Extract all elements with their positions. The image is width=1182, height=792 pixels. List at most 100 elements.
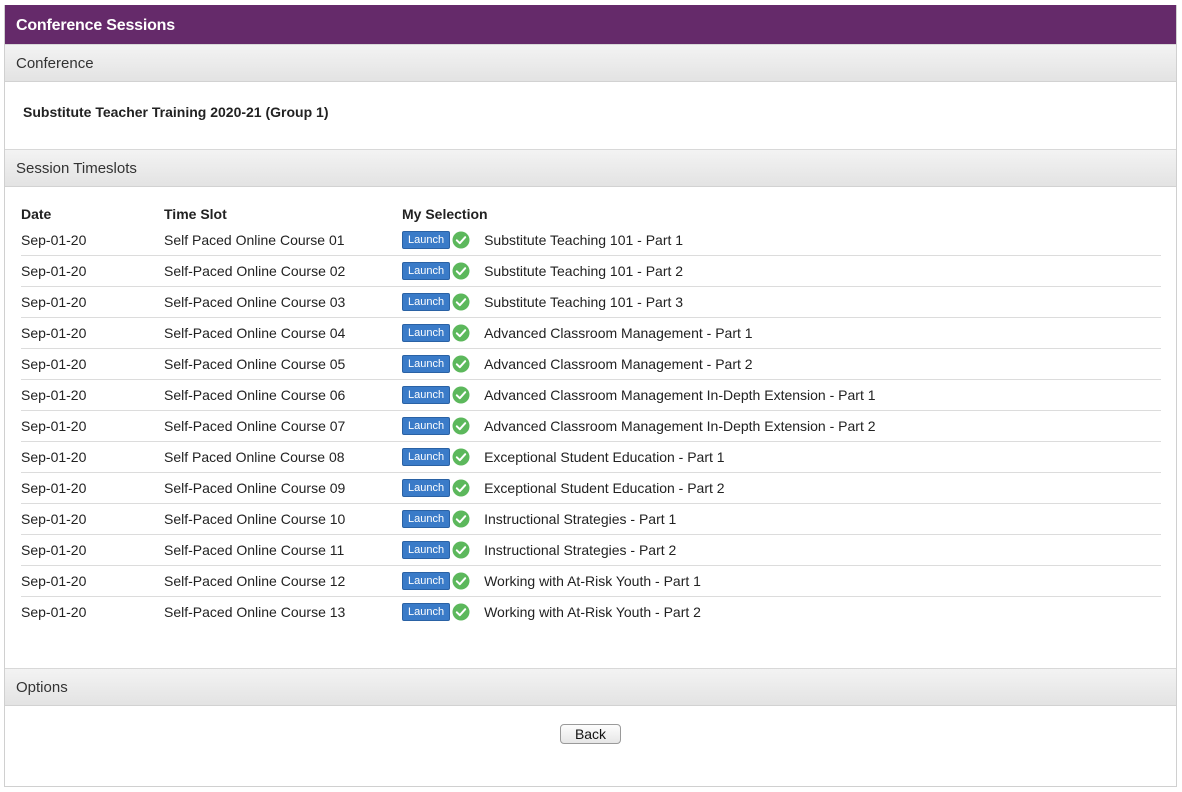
sessions-table-body: Sep-01-20 Self Paced Online Course 01 Laun… — [21, 225, 1161, 627]
table-row: Sep-01-20 Self Paced Online Course 01 Laun… — [21, 225, 1161, 256]
session-selection-cell: Launch Advanced Classroom Management In-D… — [402, 410, 1161, 442]
conference-sessions-panel: Conference Sessions Conference Substitut… — [4, 5, 1177, 787]
session-date: Sep-01-20 — [21, 503, 164, 535]
session-selection-cell: Launch Advanced Classroom Management - Pa… — [402, 317, 1161, 349]
launch-button[interactable]: Launch — [402, 448, 451, 467]
launch-button[interactable]: Launch — [402, 355, 451, 374]
session-selection-cell: Launch Working with At-Risk Youth - Part … — [402, 565, 1161, 597]
session-title: Working with At-Risk Youth - Part 2 — [484, 604, 701, 621]
launch-button[interactable]: Launch — [402, 324, 451, 343]
check-circle-icon — [452, 262, 470, 280]
session-title: Instructional Strategies - Part 2 — [484, 542, 677, 559]
launch-button[interactable]: Launch — [402, 603, 451, 622]
back-button[interactable]: Back — [559, 724, 622, 744]
check-circle-icon — [452, 231, 470, 249]
options-section: Back — [5, 706, 1176, 744]
table-row: Sep-01-20 Self-Paced Online Course 02 Laun… — [21, 255, 1161, 287]
session-date: Sep-01-20 — [21, 534, 164, 566]
table-row: Sep-01-20 Self-Paced Online Course 12 Laun… — [21, 565, 1161, 597]
table-row: Sep-01-20 Self-Paced Online Course 05 Laun… — [21, 348, 1161, 380]
session-title: Substitute Teaching 101 - Part 1 — [484, 232, 684, 249]
check-circle-icon — [452, 355, 470, 373]
session-title: Exceptional Student Education - Part 2 — [484, 480, 725, 497]
launch-button[interactable]: Launch — [402, 417, 451, 436]
session-date: Sep-01-20 — [21, 565, 164, 597]
session-date: Sep-01-20 — [21, 410, 164, 442]
check-circle-icon — [452, 479, 470, 497]
table-row: Sep-01-20 Self-Paced Online Course 10 Laun… — [21, 503, 1161, 535]
session-time-slot: Self Paced Online Course 01 — [164, 232, 345, 248]
session-selection-cell: Launch Instructional Strategies - Part 1 — [402, 503, 1161, 535]
session-time-slot: Self-Paced Online Course 04 — [164, 317, 402, 349]
column-header-date: Date — [21, 205, 52, 222]
session-date: Sep-01-20 — [21, 317, 164, 349]
session-date: Sep-01-20 — [21, 472, 164, 504]
session-selection-cell: Launch Substitute Teaching 101 - Part 3 — [402, 286, 1161, 318]
session-date: Sep-01-20 — [21, 379, 164, 411]
session-date: Sep-01-20 — [21, 348, 164, 380]
launch-button[interactable]: Launch — [402, 262, 451, 281]
check-circle-icon — [452, 448, 470, 466]
timeslots-section-header: Session Timeslots — [5, 149, 1176, 187]
session-date: Sep-01-20 — [21, 441, 164, 473]
launch-button[interactable]: Launch — [402, 231, 451, 250]
session-time-slot: Self-Paced Online Course 13 — [164, 596, 402, 627]
table-row: Sep-01-20 Self-Paced Online Course 03 Laun… — [21, 286, 1161, 318]
conference-section: Substitute Teacher Training 2020-21 (Gro… — [5, 82, 1176, 149]
table-row: Sep-01-20 Self-Paced Online Course 04 Laun… — [21, 317, 1161, 349]
table-row: Sep-01-20 Self-Paced Online Course 09 Laun… — [21, 472, 1161, 504]
launch-button[interactable]: Launch — [402, 510, 451, 529]
table-row: Sep-01-20 Self Paced Online Course 08 Laun… — [21, 441, 1161, 473]
table-row: Sep-01-20 Self-Paced Online Course 07 Laun… — [21, 410, 1161, 442]
session-title: Working with At-Risk Youth - Part 1 — [484, 573, 701, 590]
session-selection-cell: Launch Instructional Strategies - Part 2 — [402, 534, 1161, 566]
session-title: Instructional Strategies - Part 1 — [484, 511, 677, 528]
session-selection-cell: Launch Substitute Teaching 101 - Part 2 — [402, 255, 1161, 287]
session-time-slot: Self-Paced Online Course 02 — [164, 255, 402, 287]
check-circle-icon — [452, 324, 470, 342]
launch-button[interactable]: Launch — [402, 386, 451, 405]
table-header-row: Date Time Slot My Selection — [21, 202, 1161, 225]
launch-button[interactable]: Launch — [402, 479, 451, 498]
check-circle-icon — [452, 417, 470, 435]
session-title: Exceptional Student Education - Part 1 — [484, 449, 725, 466]
session-time-slot: Self-Paced Online Course 12 — [164, 565, 402, 597]
conference-name: Substitute Teacher Training 2020-21 (Gro… — [23, 104, 329, 120]
launch-button[interactable]: Launch — [402, 541, 451, 560]
session-date: Sep-01-20 — [21, 255, 164, 287]
session-time-slot: Self Paced Online Course 08 — [164, 441, 402, 473]
launch-button[interactable]: Launch — [402, 293, 451, 312]
session-title: Advanced Classroom Management In-Depth E… — [484, 387, 876, 404]
session-title: Advanced Classroom Management In-Depth E… — [484, 418, 876, 435]
session-selection-cell: Launch Exceptional Student Education - Pa… — [402, 441, 1161, 473]
session-selection-cell: Launch Advanced Classroom Management - Pa… — [402, 348, 1161, 380]
timeslots-section: Date Time Slot My Selection Sep-01-20 Sel… — [5, 187, 1176, 668]
session-selection-cell: Launch Exceptional Student Education - Pa… — [402, 472, 1161, 504]
table-row: Sep-01-20 Self-Paced Online Course 11 Laun… — [21, 534, 1161, 566]
table-row: Sep-01-20 Self-Paced Online Course 06 Laun… — [21, 379, 1161, 411]
session-selection-cell: Launch Working with At-Risk Youth - Part … — [402, 596, 1161, 627]
session-title: Substitute Teaching 101 - Part 3 — [484, 294, 684, 311]
session-time-slot: Self-Paced Online Course 10 — [164, 503, 402, 535]
session-date: Sep-01-20 — [21, 286, 164, 318]
session-time-slot: Self-Paced Online Course 03 — [164, 286, 402, 318]
check-circle-icon — [452, 603, 470, 621]
page-title: Conference Sessions — [5, 5, 1176, 44]
check-circle-icon — [452, 293, 470, 311]
session-selection-cell: Launch Substitute Teaching 101 - Part 1 — [402, 225, 1161, 256]
launch-button[interactable]: Launch — [402, 572, 451, 591]
options-section-header: Options — [5, 668, 1176, 706]
column-header-my-selection: My Selection — [402, 205, 488, 222]
table-row: Sep-01-20 Self-Paced Online Course 13 Laun… — [21, 596, 1161, 627]
sessions-table: Date Time Slot My Selection Sep-01-20 Sel… — [21, 202, 1161, 627]
column-header-time-slot: Time Slot — [164, 205, 227, 222]
check-circle-icon — [452, 572, 470, 590]
check-circle-icon — [452, 386, 470, 404]
check-circle-icon — [452, 541, 470, 559]
session-time-slot: Self-Paced Online Course 11 — [164, 534, 402, 566]
session-title: Substitute Teaching 101 - Part 2 — [484, 263, 684, 280]
session-title: Advanced Classroom Management - Part 2 — [484, 356, 753, 373]
session-date: Sep-01-20 — [21, 232, 87, 248]
session-time-slot: Self-Paced Online Course 07 — [164, 410, 402, 442]
session-date: Sep-01-20 — [21, 596, 164, 627]
